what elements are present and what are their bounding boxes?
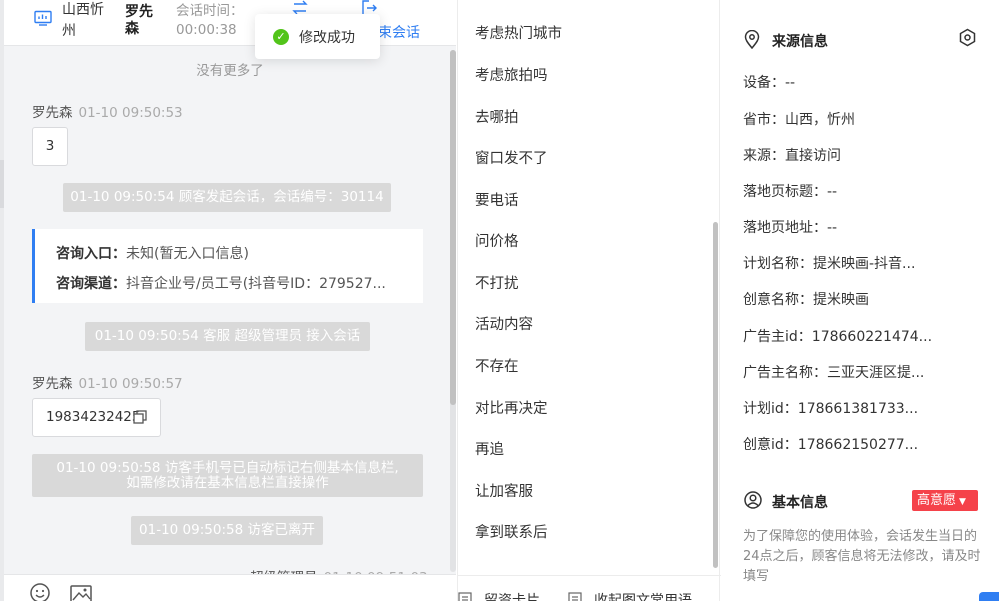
message-bubble: 19834232425	[32, 398, 161, 437]
user-circle-icon	[744, 491, 762, 509]
message-bubble: 3	[32, 127, 68, 166]
consult-entry-row: 咨询入口：未知(暂无入口信息)	[56, 246, 249, 262]
info-creative-name: 创意名称：提米映画	[743, 292, 869, 308]
phrase-item[interactable]: 要电话	[475, 189, 519, 210]
phone-number: 19834232425	[46, 409, 141, 425]
floating-action-edge[interactable]	[979, 592, 999, 601]
info-creative-id: 创意id：178662150277...	[743, 437, 919, 453]
location-pin-icon	[744, 30, 760, 49]
message-meta: 罗先森 01-10 09:50:57	[32, 372, 183, 392]
message-time: 01-10 09:50:53	[78, 105, 183, 121]
phrases-footer: 留资卡片 收起图文常用语	[458, 575, 721, 601]
visitor-location: 山西忻州	[62, 2, 104, 39]
message-sender: 罗先森	[32, 376, 73, 392]
info-advertiser-id: 广告主id：178660221474...	[743, 329, 933, 345]
image-icon[interactable]	[70, 585, 92, 601]
chat-scrollbar[interactable]	[450, 50, 456, 572]
collapse-icon	[568, 592, 582, 601]
system-message: 01-10 09:50:58 访客手机号已自动标记右侧基本信息栏, 如需修改请在…	[32, 454, 423, 497]
session-time-value: 00:00:38	[176, 22, 237, 38]
phrase-item[interactable]: 对比再决定	[475, 397, 548, 418]
chat-scrollbar-thumb[interactable]	[450, 50, 456, 405]
phrase-item[interactable]: 再追	[475, 438, 504, 459]
success-toast: ✓ 修改成功	[255, 14, 380, 59]
system-message: 01-10 09:50:54 顾客发起会话，会话编号：30114	[63, 183, 391, 212]
consult-info-card: 咨询入口：未知(暂无入口信息) 咨询渠道：抖音企业号/员工号(抖音号ID：279…	[32, 229, 423, 303]
quick-phrases-panel: 考虑热门城市 考虑旅拍吗 去哪拍 窗口发不了 要电话 问价格 不打扰 活动内容 …	[457, 0, 721, 601]
chat-input-toolbar	[4, 574, 456, 601]
emoji-icon[interactable]	[30, 583, 50, 601]
info-advertiser-name: 广告主名称：三亚天涯区提...	[743, 365, 925, 381]
message-time: 01-10 09:50:57	[78, 376, 183, 392]
phrase-item[interactable]: 不打扰	[475, 272, 519, 293]
chat-header: 山西忻州 罗先森 会话时间： 00:00:38 束会话	[4, 0, 456, 46]
info-source: 来源：直接访问	[743, 148, 841, 164]
edit-notice: 为了保障您的使用体验，会话发生当日的24点之后，顾客信息将无法修改，请及时填写	[743, 529, 981, 584]
no-more-messages: 没有更多了	[196, 63, 264, 79]
message-sender: 罗先森	[32, 105, 73, 121]
info-landing-url: 落地页地址：--	[743, 220, 838, 236]
phrase-item[interactable]: 问价格	[475, 230, 519, 251]
phrase-item[interactable]: 窗口发不了	[475, 147, 548, 168]
phrase-item[interactable]: 考虑热门城市	[475, 22, 562, 43]
info-landing-title: 落地页标题：--	[743, 184, 838, 200]
phrases-scrollbar[interactable]	[713, 222, 718, 568]
toast-message: 修改成功	[299, 30, 355, 46]
consult-channel-row: 咨询渠道：抖音企业号/员工号(抖音号ID：279527...	[56, 276, 386, 292]
settings-hexagon-icon[interactable]	[958, 28, 977, 47]
phrase-item[interactable]: 去哪拍	[475, 106, 519, 127]
phrase-item[interactable]: 拿到联系后	[475, 521, 548, 542]
card-icon	[458, 592, 472, 601]
info-province-city: 省市：山西，忻州	[743, 112, 855, 128]
phrase-item[interactable]: 活动内容	[475, 313, 533, 334]
visitor-name: 罗先森	[125, 4, 153, 37]
system-message: 01-10 09:50:54 客服 超级管理员 接入会话	[85, 322, 370, 351]
source-info-title: 来源信息	[772, 34, 828, 50]
chat-panel: 山西忻州 罗先森 会话时间： 00:00:38 束会话 没有更多了 罗先森 01-…	[4, 0, 456, 601]
system-message: 01-10 09:50:58 访客已离开	[131, 516, 323, 545]
collapse-phrases-button[interactable]: 收起图文常用语	[594, 590, 692, 601]
check-circle-icon: ✓	[273, 29, 289, 45]
copy-icon[interactable]	[133, 410, 147, 424]
caret-down-icon: ▼	[959, 497, 966, 507]
intent-badge[interactable]: 高意愿 ▼	[912, 490, 978, 511]
chat-workspace: 山西忻州 罗先森 会话时间： 00:00:38 束会话 没有更多了 罗先森 01-…	[0, 0, 999, 601]
lead-card-button[interactable]: 留资卡片	[484, 590, 540, 601]
visitor-info-panel: 来源信息 设备：-- 省市：山西，忻州 来源：直接访问 落地页标题：-- 落地页…	[721, 0, 999, 601]
phrase-item[interactable]: 让加客服	[475, 480, 533, 501]
info-device: 设备：--	[743, 75, 796, 91]
monitor-chart-icon	[34, 10, 52, 26]
basic-info-title: 基本信息	[772, 495, 828, 511]
info-plan-name: 计划名称：提米映画-抖音...	[743, 256, 916, 272]
phrase-item[interactable]: 考虑旅拍吗	[475, 64, 548, 85]
message-meta: 罗先森 01-10 09:50:53	[32, 101, 183, 121]
info-plan-id: 计划id：178661381733...	[743, 401, 919, 417]
session-time-label: 会话时间：	[176, 3, 244, 19]
end-session-button[interactable]: 束会话	[378, 22, 420, 42]
phrase-item[interactable]: 不存在	[475, 355, 519, 376]
